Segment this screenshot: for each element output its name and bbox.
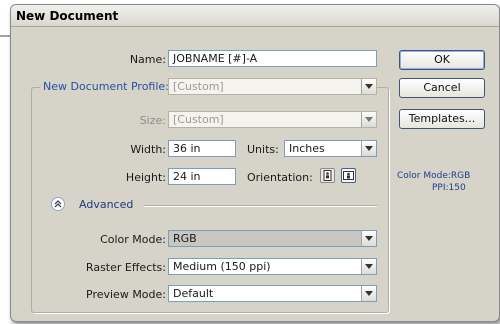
- size-select[interactable]: [Custom]: [168, 111, 377, 128]
- profile-select[interactable]: [Custom]: [168, 78, 377, 95]
- dropdown-arrow-icon[interactable]: [361, 112, 376, 127]
- cancel-button[interactable]: Cancel: [399, 78, 485, 98]
- units-value: Inches: [289, 142, 325, 155]
- info-color-mode: Color Mode:RGB: [397, 171, 471, 181]
- size-value: [Custom]: [173, 113, 224, 126]
- size-label: Size:: [139, 114, 166, 127]
- advanced-toggle[interactable]: [51, 197, 65, 211]
- advanced-divider: [144, 205, 377, 207]
- dropdown-arrow-icon[interactable]: [361, 231, 376, 246]
- color-mode-select[interactable]: RGB: [168, 230, 377, 247]
- advanced-label[interactable]: Advanced: [79, 198, 133, 211]
- raster-effects-label: Raster Effects:: [85, 261, 166, 274]
- portrait-orientation-button[interactable]: [320, 168, 335, 183]
- dropdown-arrow-icon[interactable]: [361, 286, 376, 301]
- profile-value: [Custom]: [173, 80, 224, 93]
- preview-mode-select[interactable]: Default: [168, 285, 377, 302]
- ok-button[interactable]: OK: [399, 50, 485, 70]
- width-input[interactable]: 36 in: [168, 140, 236, 157]
- profile-label: New Document Profile:: [40, 80, 172, 93]
- info-ppi: PPI:150: [432, 183, 466, 193]
- new-document-dialog: New Document Name: JOBNAME [#]-A New Doc…: [10, 4, 500, 322]
- portrait-orientation-icon: [323, 170, 332, 181]
- preview-mode-label: Preview Mode:: [86, 288, 166, 301]
- height-value: 24 in: [173, 170, 201, 183]
- landscape-orientation-icon: [343, 171, 354, 180]
- width-label: Width:: [130, 143, 166, 156]
- collapse-chevron-icon: [54, 200, 62, 208]
- dropdown-arrow-icon[interactable]: [361, 79, 376, 94]
- name-input[interactable]: JOBNAME [#]-A: [168, 50, 377, 67]
- units-select[interactable]: Inches: [284, 140, 377, 157]
- title-bar[interactable]: New Document: [11, 5, 499, 27]
- landscape-orientation-button[interactable]: [341, 168, 356, 183]
- dropdown-arrow-icon[interactable]: [361, 259, 376, 274]
- raster-effects-select[interactable]: Medium (150 ppi): [168, 258, 377, 275]
- name-label: Name:: [129, 53, 166, 66]
- width-value: 36 in: [173, 142, 201, 155]
- height-label: Height:: [125, 171, 166, 184]
- units-label: Units:: [247, 143, 279, 156]
- raster-effects-value: Medium (150 ppi): [173, 260, 271, 273]
- preview-mode-value: Default: [173, 287, 214, 300]
- orientation-label: Orientation:: [247, 171, 313, 184]
- color-mode-value: RGB: [173, 232, 197, 245]
- name-value: JOBNAME [#]-A: [173, 52, 258, 65]
- dropdown-arrow-icon[interactable]: [361, 141, 376, 156]
- templates-button[interactable]: Templates...: [399, 109, 485, 129]
- dialog-title: New Document: [16, 9, 119, 23]
- color-mode-label: Color Mode:: [100, 233, 166, 246]
- height-input[interactable]: 24 in: [168, 168, 236, 185]
